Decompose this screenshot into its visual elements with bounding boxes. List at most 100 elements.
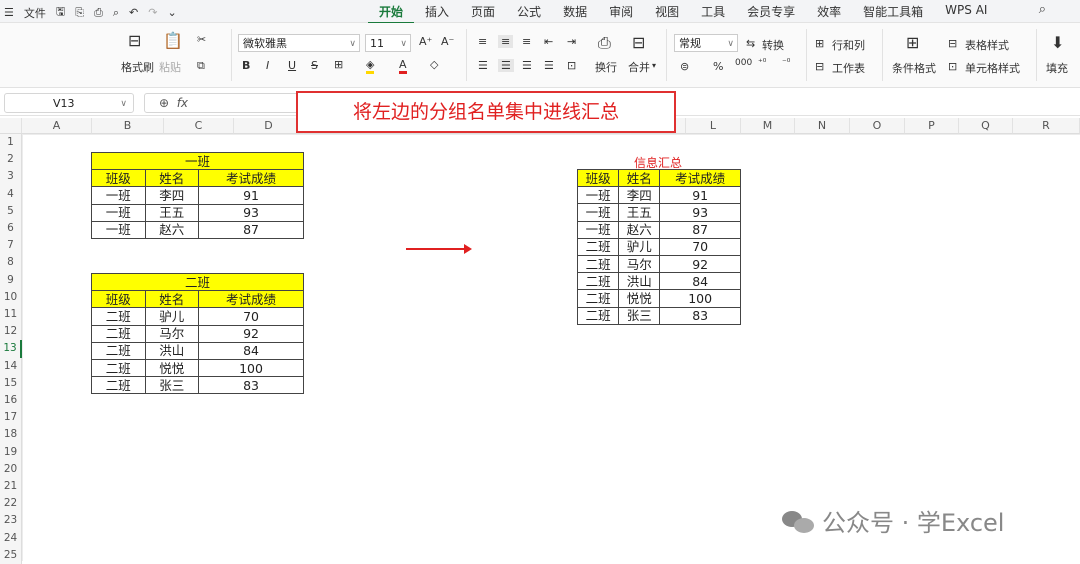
- tab-6[interactable]: 视图: [644, 3, 690, 24]
- row-header-20[interactable]: 20: [0, 460, 22, 478]
- tab-8[interactable]: 会员专享: [736, 3, 806, 24]
- table-cell[interactable]: 洪山: [144, 341, 200, 360]
- table-cell[interactable]: 李四: [618, 186, 661, 205]
- formula-input[interactable]: ⊕ fx: [144, 93, 304, 113]
- cut-icon[interactable]: ✂: [197, 33, 206, 46]
- column-header-C[interactable]: C: [164, 118, 234, 134]
- table-cell[interactable]: 马尔: [618, 254, 661, 274]
- align-middle-icon[interactable]: ≡: [498, 35, 514, 48]
- row-header-13[interactable]: 13: [0, 340, 22, 358]
- font-size-select[interactable]: 11 ∨: [365, 34, 411, 52]
- menu-icon[interactable]: ☰: [4, 6, 14, 19]
- file-menu[interactable]: 文件: [24, 5, 46, 21]
- font-name-select[interactable]: 微软雅黑 ∨: [238, 34, 360, 52]
- column-header-M[interactable]: M: [741, 118, 795, 134]
- tab-5[interactable]: 审阅: [598, 3, 644, 24]
- row-header-14[interactable]: 14: [0, 357, 22, 375]
- row-header-16[interactable]: 16: [0, 392, 22, 410]
- table-cell[interactable]: 王五: [618, 203, 661, 222]
- tab-11[interactable]: WPS AI: [934, 3, 998, 24]
- clear-format-icon[interactable]: ◇: [430, 58, 438, 71]
- row-header-3[interactable]: 3: [0, 168, 22, 186]
- conditional-format-icon[interactable]: ⊞: [906, 33, 919, 52]
- table-cell[interactable]: 一班: [91, 220, 146, 239]
- table-cell[interactable]: 二班: [576, 289, 620, 308]
- format-painter-button[interactable]: 格式刷: [121, 59, 154, 75]
- align-left-icon[interactable]: ☰: [478, 59, 488, 72]
- fx-icon[interactable]: fx: [177, 96, 188, 110]
- table-cell[interactable]: 一班: [576, 203, 620, 222]
- table-cell[interactable]: 悦悦: [144, 358, 200, 378]
- table-cell[interactable]: 92: [198, 324, 304, 343]
- merge-button[interactable]: 合并: [628, 59, 650, 75]
- save-icon[interactable]: 🖫: [56, 3, 65, 22]
- more-icon[interactable]: ⌄: [167, 6, 176, 19]
- row-header-7[interactable]: 7: [0, 237, 22, 255]
- convert-icon[interactable]: ⇆: [746, 37, 755, 50]
- format-painter-icon[interactable]: ⊟: [128, 31, 141, 50]
- table-style-icon[interactable]: ⊟: [948, 37, 957, 50]
- table-cell[interactable]: 一班: [576, 186, 620, 205]
- bold-icon[interactable]: B: [242, 59, 250, 72]
- tab-1[interactable]: 插入: [414, 3, 460, 24]
- column-header-R[interactable]: R: [1013, 118, 1080, 134]
- copy-icon[interactable]: ⧉: [197, 59, 205, 73]
- row-header-12[interactable]: 12: [0, 323, 22, 341]
- table-cell[interactable]: 二班: [576, 272, 620, 291]
- tab-7[interactable]: 工具: [690, 3, 736, 24]
- increase-font-icon[interactable]: A⁺: [419, 35, 432, 48]
- tab-4[interactable]: 数据: [552, 3, 598, 24]
- print-preview-icon[interactable]: ⌕: [113, 6, 119, 20]
- row-header-6[interactable]: 6: [0, 220, 22, 238]
- table-cell[interactable]: 100: [198, 358, 304, 378]
- fill-button[interactable]: 填充: [1046, 60, 1068, 76]
- row-col-icon[interactable]: ⊞: [815, 37, 824, 50]
- table-cell[interactable]: 李四: [144, 186, 200, 205]
- row-header-9[interactable]: 9: [0, 271, 22, 289]
- cell-style-icon[interactable]: ⊡: [948, 60, 957, 73]
- table-cell[interactable]: 83: [659, 306, 741, 325]
- table-cell[interactable]: 赵六: [618, 220, 661, 239]
- table-cell[interactable]: 91: [198, 186, 304, 205]
- row-col-button[interactable]: 行和列: [832, 37, 865, 53]
- table-cell[interactable]: 洪山: [618, 272, 661, 291]
- wrap-text-button[interactable]: 换行: [595, 59, 617, 75]
- fill-icon[interactable]: ⬇: [1051, 33, 1064, 52]
- wrap-text-icon[interactable]: ⎙: [598, 33, 611, 53]
- row-header-19[interactable]: 19: [0, 443, 22, 461]
- font-color-icon[interactable]: A: [399, 58, 407, 74]
- table-cell[interactable]: 二班: [91, 341, 146, 360]
- tab-9[interactable]: 效率: [806, 3, 852, 24]
- row-header-10[interactable]: 10: [0, 288, 22, 306]
- table-cell[interactable]: 马尔: [144, 324, 200, 343]
- row-header-4[interactable]: 4: [0, 185, 22, 203]
- table-cell[interactable]: 一班: [576, 220, 620, 239]
- table-cell[interactable]: 87: [659, 220, 741, 239]
- table-cell[interactable]: 87: [198, 220, 304, 239]
- name-box[interactable]: V13 ∨: [4, 93, 134, 113]
- underline-icon[interactable]: U: [288, 59, 296, 72]
- decimal-decrease-icon[interactable]: ⁻⁰: [782, 58, 790, 68]
- row-header-21[interactable]: 21: [0, 478, 22, 496]
- worksheet-icon[interactable]: ⊟: [815, 60, 824, 73]
- align-right-icon[interactable]: ☰: [522, 59, 532, 72]
- table-cell[interactable]: 王五: [144, 203, 200, 222]
- distribute-icon[interactable]: ⊡: [567, 59, 576, 72]
- select-all-corner[interactable]: [0, 118, 22, 134]
- table-cell[interactable]: 93: [198, 203, 304, 222]
- table-cell[interactable]: 驴儿: [144, 307, 200, 326]
- table-cell[interactable]: 二班: [91, 324, 146, 343]
- table-cell[interactable]: 91: [659, 186, 741, 205]
- column-header-L[interactable]: L: [686, 118, 741, 134]
- border-icon[interactable]: ⊞: [334, 58, 343, 71]
- number-format-select[interactable]: 常规 ∨: [674, 34, 738, 52]
- strikethrough-icon[interactable]: S: [311, 59, 318, 72]
- tab-2[interactable]: 页面: [460, 3, 506, 24]
- table-cell[interactable]: 张三: [144, 376, 200, 395]
- row-header-25[interactable]: 25: [0, 546, 22, 564]
- table-cell[interactable]: 一班: [91, 203, 146, 222]
- decrease-font-icon[interactable]: A⁻: [441, 35, 454, 48]
- convert-button[interactable]: 转换: [762, 37, 784, 53]
- table-cell[interactable]: 84: [659, 272, 741, 291]
- export-icon[interactable]: ⎘: [75, 6, 84, 20]
